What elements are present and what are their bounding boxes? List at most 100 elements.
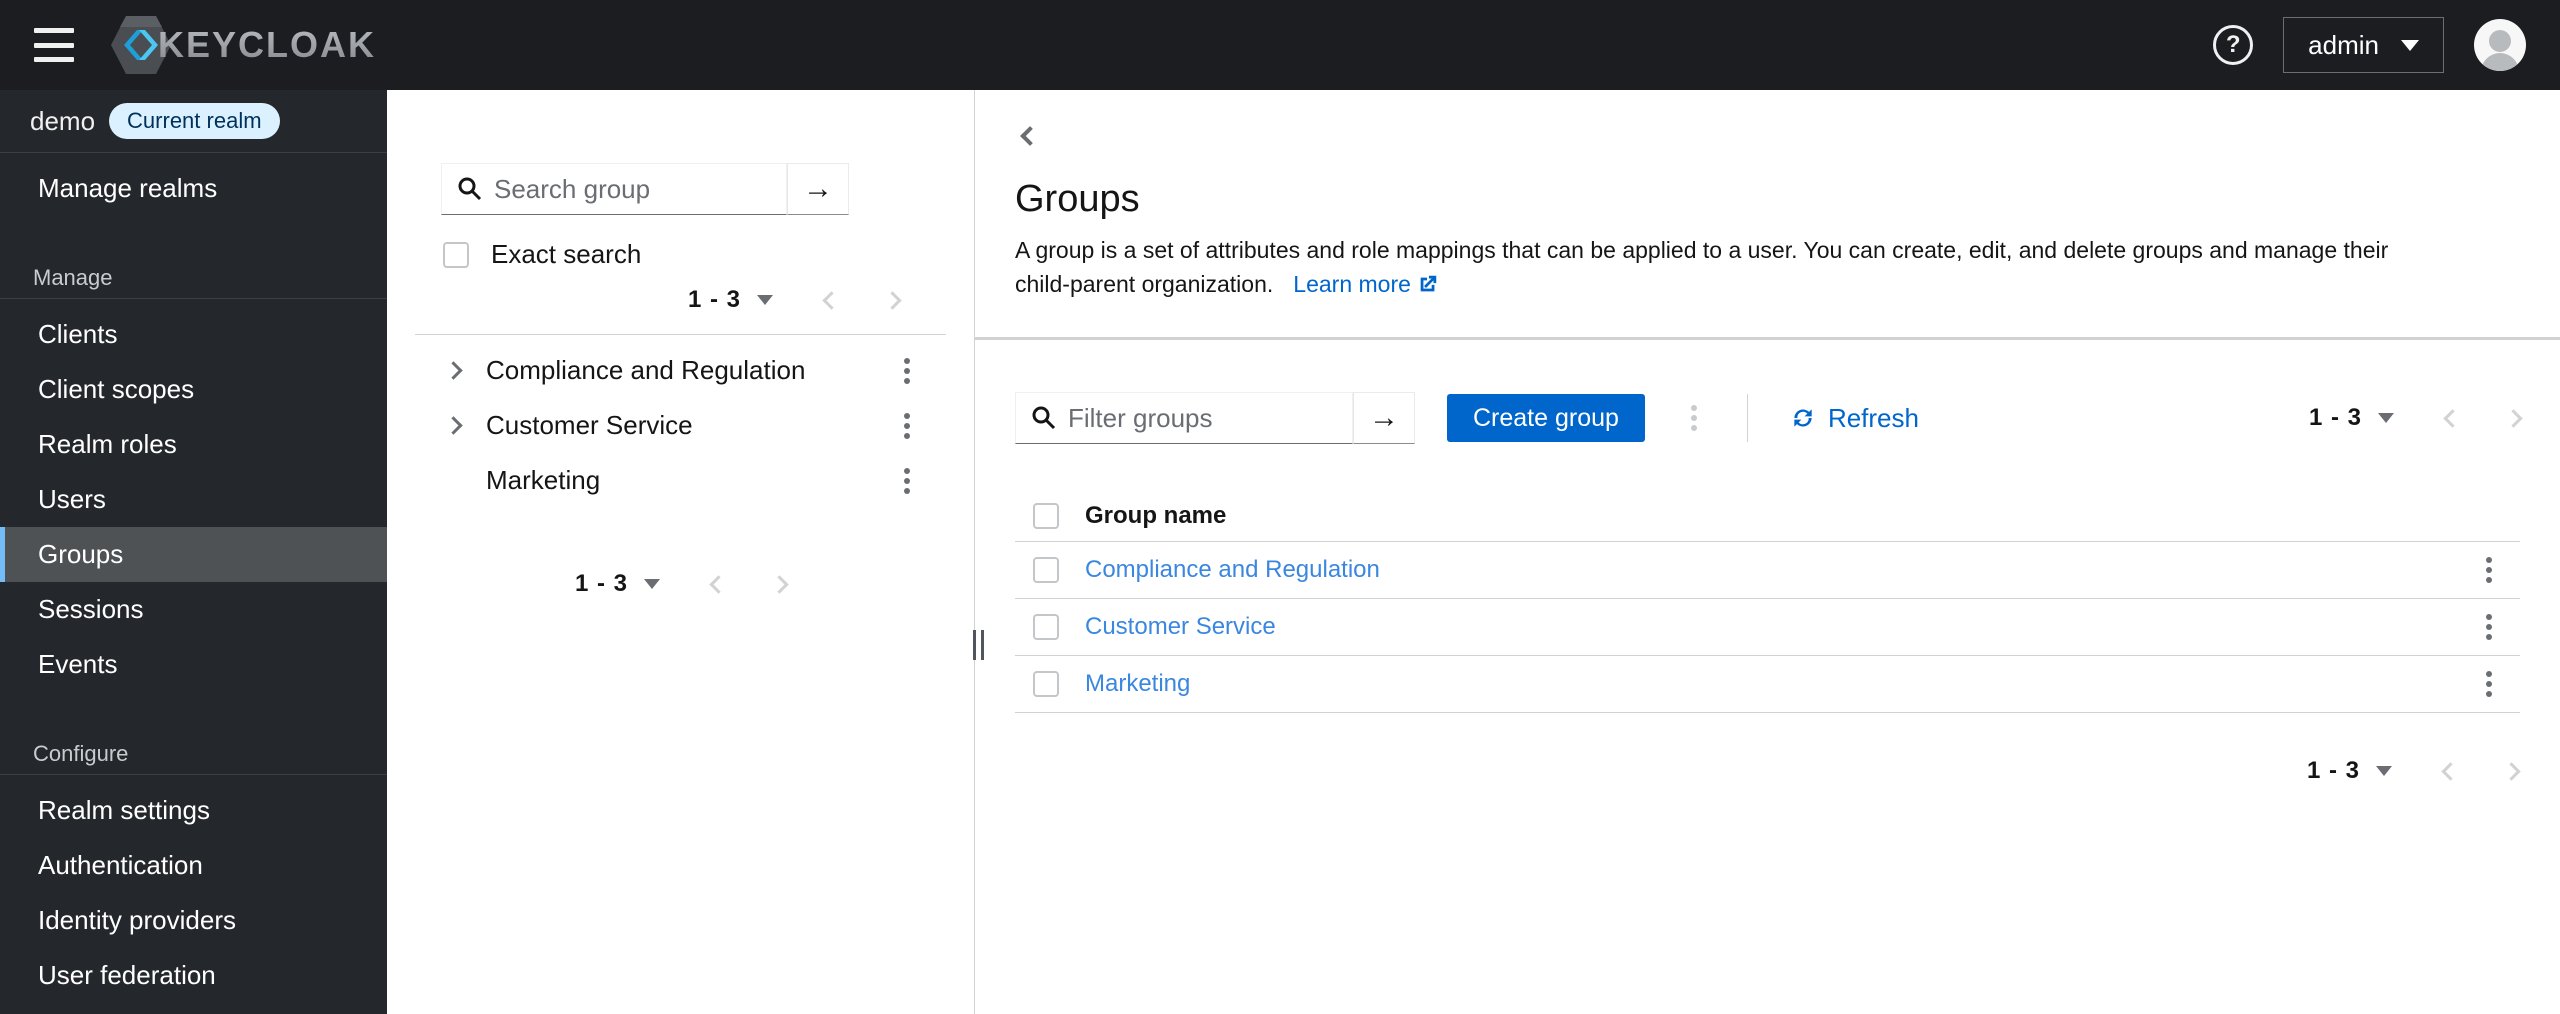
external-link-icon: [1417, 273, 1439, 295]
groups-toolbar: → Create group Refresh 1 - 3: [1015, 392, 2523, 444]
sidebar-nav: demo Current realm Manage realms Manage …: [0, 90, 387, 1014]
help-icon[interactable]: ?: [2213, 25, 2254, 65]
sidebar-item-clients[interactable]: Clients: [0, 307, 387, 362]
pagination-range: 1 - 3: [2306, 757, 2360, 784]
pagination-range: 1 - 3: [574, 570, 629, 597]
realm-name: demo: [30, 105, 96, 136]
table-row: Customer Service: [1015, 599, 2520, 656]
refresh-button[interactable]: Refresh: [1790, 403, 1919, 434]
pagination-menu-caret-icon[interactable]: [2376, 766, 2392, 776]
tree-item-label[interactable]: Customer Service: [486, 410, 693, 441]
pagination-range: 1 - 3: [687, 286, 741, 313]
row-checkbox[interactable]: [1033, 614, 1059, 640]
panel-resize-handle[interactable]: [973, 630, 984, 660]
tree-item-label[interactable]: Marketing: [486, 465, 600, 496]
tree-item: Compliance and Regulation: [387, 343, 974, 398]
group-search: →: [441, 163, 849, 215]
kebab-menu-icon[interactable]: [900, 409, 914, 443]
collapse-panel-chevron-icon[interactable]: [1015, 122, 1045, 152]
panel-divider: [415, 334, 946, 335]
sidebar-item-client-scopes[interactable]: Client scopes: [0, 362, 387, 417]
sidebar-item-realm-roles[interactable]: Realm roles: [0, 417, 387, 472]
filter-groups-input[interactable]: [1015, 392, 1353, 444]
expand-chevron-icon[interactable]: [444, 416, 463, 435]
sidebar-item-manage-realms[interactable]: Manage realms: [0, 161, 387, 216]
tree-item: Customer Service: [387, 398, 974, 453]
group-link[interactable]: Marketing: [1085, 670, 1190, 698]
pagination-prev-icon[interactable]: [2441, 761, 2460, 781]
pagination-next-icon[interactable]: [883, 290, 902, 310]
sidebar-item-authentication[interactable]: Authentication: [0, 838, 387, 893]
table-pagination-bottom: 1 - 3: [2306, 757, 2521, 785]
column-header-group-name: Group name: [1085, 501, 1227, 529]
tree-pagination-top: 1 - 3: [687, 286, 902, 314]
refresh-label: Refresh: [1827, 402, 1919, 433]
section-label-manage: Manage: [33, 265, 113, 290]
page-title: Groups: [1015, 178, 1140, 220]
realm-selector[interactable]: demo Current realm: [0, 90, 387, 152]
avatar[interactable]: [2474, 19, 2526, 71]
row-checkbox[interactable]: [1033, 671, 1059, 697]
table-pagination-top: 1 - 3: [2308, 404, 2523, 432]
pagination-range: 1 - 3: [2308, 404, 2362, 431]
sidebar-item-sessions[interactable]: Sessions: [0, 582, 387, 637]
table-row: Compliance and Regulation: [1015, 542, 2520, 599]
pagination-menu-caret-icon[interactable]: [644, 579, 661, 589]
create-group-button[interactable]: Create group: [1447, 394, 1645, 442]
exact-search-label[interactable]: Exact search: [491, 239, 641, 270]
row-checkbox[interactable]: [1033, 557, 1059, 583]
row-kebab-menu-icon[interactable]: [2482, 610, 2496, 644]
sidebar-item-groups[interactable]: Groups: [0, 527, 387, 582]
table-row: Marketing: [1015, 656, 2520, 713]
refresh-icon: [1790, 405, 1816, 431]
section-divider: [975, 337, 2560, 340]
pagination-prev-icon[interactable]: [2443, 408, 2462, 428]
toolbar-kebab-menu-icon[interactable]: [1687, 401, 1701, 435]
sidebar-item-realm-settings[interactable]: Realm settings: [0, 783, 387, 838]
sidebar-item-identity-providers[interactable]: Identity providers: [0, 893, 387, 948]
groups-table: Group name Compliance and Regulation Cus…: [1015, 490, 2520, 713]
brand-text: KEYCLOAK: [158, 24, 377, 65]
pagination-next-icon[interactable]: [2504, 408, 2523, 428]
select-all-checkbox[interactable]: [1033, 502, 1059, 529]
filter-submit-arrow-icon[interactable]: →: [1353, 392, 1415, 444]
search-submit-arrow-icon[interactable]: →: [787, 163, 849, 215]
section-label-configure: Configure: [33, 741, 129, 766]
pagination-menu-caret-icon[interactable]: [757, 295, 773, 305]
search-group-input[interactable]: [441, 163, 787, 215]
group-link[interactable]: Customer Service: [1085, 613, 1276, 641]
user-dropdown[interactable]: admin: [2283, 17, 2444, 73]
kebab-menu-icon[interactable]: [900, 354, 914, 388]
masthead: KEYCLOAK ? admin: [0, 0, 2560, 90]
toolbar-divider: [1746, 394, 1748, 442]
sidebar-item-users[interactable]: Users: [0, 472, 387, 527]
pagination-next-icon[interactable]: [2502, 761, 2521, 781]
page-description: A group is a set of attributes and role …: [1015, 237, 2389, 297]
keycloak-logo: KEYCLOAK: [110, 13, 376, 77]
exact-search-checkbox[interactable]: [443, 241, 469, 268]
table-header-row: Group name: [1015, 490, 2520, 542]
filter-groups-search: →: [1015, 392, 1415, 444]
pagination-prev-icon[interactable]: [822, 290, 841, 310]
group-link[interactable]: Compliance and Regulation: [1085, 556, 1380, 584]
sidebar-item-events[interactable]: Events: [0, 637, 387, 692]
tree-item: Marketing: [387, 453, 974, 508]
learn-more-link[interactable]: Learn more: [1293, 271, 1439, 297]
pagination-prev-icon[interactable]: [709, 574, 728, 594]
current-realm-badge: Current realm: [109, 103, 280, 139]
nav-toggle-hamburger-icon[interactable]: [34, 28, 74, 62]
username: admin: [2308, 29, 2379, 60]
kebab-menu-icon[interactable]: [900, 464, 914, 498]
tree-pagination-bottom: 1 - 3: [574, 570, 789, 598]
sidebar-item-user-federation[interactable]: User federation: [0, 948, 387, 1003]
pagination-next-icon[interactable]: [770, 574, 789, 594]
tree-item-label[interactable]: Compliance and Regulation: [486, 355, 805, 386]
pagination-menu-caret-icon[interactable]: [2378, 413, 2394, 423]
chevron-down-icon: [2401, 39, 2419, 51]
main-content: Groups A group is a set of attributes an…: [975, 90, 2560, 1014]
expand-chevron-icon[interactable]: [444, 361, 463, 380]
row-kebab-menu-icon[interactable]: [2482, 553, 2496, 587]
row-kebab-menu-icon[interactable]: [2482, 667, 2496, 701]
group-tree-panel: → Exact search 1 - 3 Compliance and Regu…: [387, 90, 984, 1014]
